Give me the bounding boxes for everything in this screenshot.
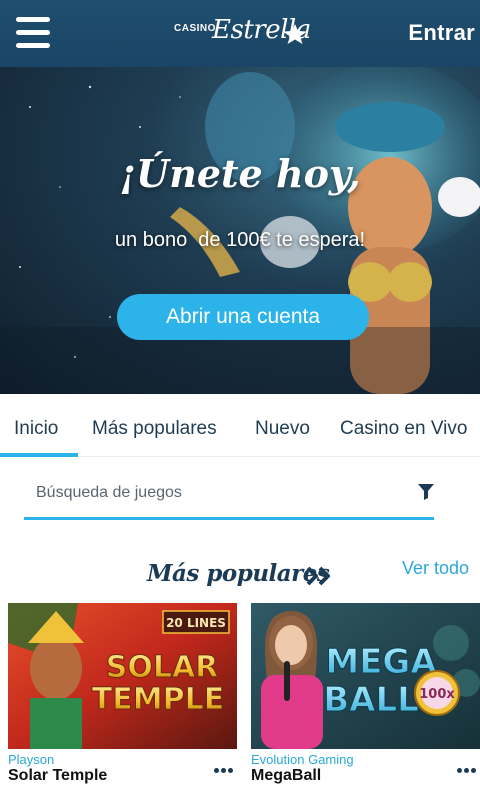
game-name: Solar Temple [8,767,108,784]
hamburger-menu-icon[interactable] [16,17,50,49]
game-search [24,470,434,520]
top-header: CASINO Estrella Entrar [0,0,480,67]
search-underline [24,517,434,520]
active-tab-indicator [0,453,78,457]
thumb-title-line1: SOLAR [106,650,219,685]
section-title: Más populares [147,560,330,587]
game-thumbnail[interactable]: 20 LINES SOLAR TEMPLE [8,603,237,749]
game-provider: Playson [8,752,55,767]
tab-inicio[interactable]: Inicio [14,418,58,440]
tab-nuevo[interactable]: Nuevo [255,418,310,440]
game-card[interactable]: 20 LINES SOLAR TEMPLE Playson Solar Temp… [8,603,237,800]
filter-icon[interactable] [417,483,435,501]
game-thumbnail[interactable]: MEGA BALL 100x [251,603,480,749]
hero-banner: ¡Únete hoy, un bono de 100€ te espera! A… [0,67,480,394]
open-account-button[interactable]: Abrir una cuenta [117,294,369,340]
game-provider: Evolution Gaming [251,752,354,767]
tab-mas-populares[interactable]: Más populares [92,418,217,440]
casino-logo[interactable]: CASINO Estrella [174,15,314,51]
tab-casino-en-vivo[interactable]: Casino en Vivo [340,418,467,440]
more-dots-icon[interactable] [212,758,233,777]
double-chevron-right-icon [306,566,330,586]
thumb-badge-text: 100x [419,687,455,702]
thumb-title-line1: MEGA [325,642,437,682]
category-tabs: Inicio Más populares Nuevo Casino en Viv… [0,394,480,458]
hero-title: ¡Únete hoy, [119,151,361,196]
thumb-title-line2: TEMPLE [92,682,224,717]
thumb-title-line2: BALL [323,680,419,720]
game-card[interactable]: MEGA BALL 100x Evolution Gaming MegaBall [251,603,480,800]
see-all-link[interactable]: Ver todo [402,558,469,579]
hero-subtitle: un bono de 100€ te espera! [114,229,366,251]
more-dots-icon[interactable] [455,758,476,777]
search-input[interactable] [24,470,404,516]
star-icon [283,24,307,44]
thumb-badge-text: 20 LINES [166,616,226,630]
login-button[interactable]: Entrar [408,20,475,46]
game-name: MegaBall [251,767,322,784]
logo-small-text: CASINO [174,23,216,34]
